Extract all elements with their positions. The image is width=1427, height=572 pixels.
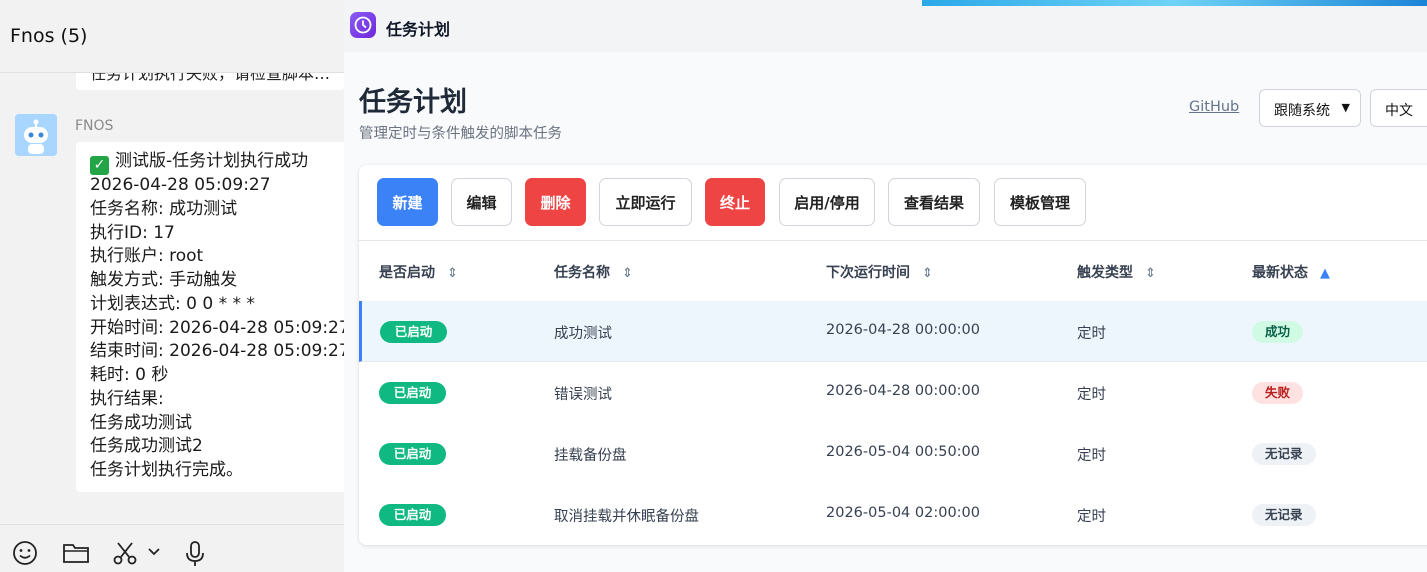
table-row[interactable]: 已启动 错误测试 2026-04-28 00:00:00 定时 失败 <box>359 362 1427 424</box>
task-name: 错误测试 <box>554 387 612 403</box>
window-title: 任务计划 <box>386 20 451 39</box>
status-badge: 无记录 <box>1252 504 1316 526</box>
desktop-wallpaper-strip <box>922 0 1427 6</box>
table-header: 是否启动 ⇕ 任务名称 ⇕ 下次运行时间 ⇕ 触发类型 ⇕ 最新状态 ▲ <box>359 240 1427 302</box>
message-line: 结束时间: 2026-04-28 05:09:27 <box>90 341 344 361</box>
check-icon: ✓ <box>90 156 109 175</box>
chat-header: Fnos (5) <box>0 0 344 73</box>
column-header-name[interactable]: 任务名称 ⇕ <box>554 262 633 282</box>
microphone-icon[interactable] <box>184 540 206 568</box>
message-line: 执行ID: 17 <box>90 223 175 243</box>
enabled-badge[interactable]: 已启动 <box>379 443 446 465</box>
sort-ascending-icon[interactable]: ▲ <box>1320 266 1330 281</box>
theme-select-value: 跟随系统 <box>1274 103 1330 119</box>
bot-avatar[interactable] <box>15 114 57 156</box>
chevron-down-icon[interactable] <box>147 547 161 557</box>
trigger-type: 定时 <box>1077 326 1106 342</box>
message-line: ✓ 测试版-任务计划执行成功 <box>90 150 308 175</box>
edit-button[interactable]: 编辑 <box>451 178 512 226</box>
language-select[interactable]: 中文 <box>1370 89 1427 127</box>
chat-input-toolbar <box>0 524 344 572</box>
message-line: 执行账户: root <box>90 246 204 266</box>
task-name: 取消挂载并休眠备份盘 <box>554 509 699 525</box>
table-row[interactable]: 已启动 取消挂载并休眠备份盘 2026-05-04 02:00:00 定时 无记… <box>359 484 1427 545</box>
message-line: 耗时: 0 秒 <box>90 365 169 385</box>
message-sender: FNOS <box>75 118 114 134</box>
message-line: 任务成功测试2 <box>90 436 203 456</box>
message-line: 2026-04-28 05:09:27 <box>90 175 271 195</box>
next-run-time: 2026-05-04 02:00:00 <box>826 505 980 521</box>
next-run-time: 2026-05-04 00:50:00 <box>826 444 980 460</box>
page-subtitle: 管理定时与条件触发的脚本任务 <box>359 126 562 142</box>
sort-icon[interactable]: ⇕ <box>622 266 633 281</box>
clock-app-icon <box>350 12 376 38</box>
next-run-time: 2026-04-28 00:00:00 <box>826 322 980 338</box>
chevron-down-icon: ▼ <box>1341 101 1350 114</box>
next-run-time: 2026-04-28 00:00:00 <box>826 383 980 399</box>
chat-title: Fnos (5) <box>10 25 88 47</box>
status-badge: 成功 <box>1252 321 1304 343</box>
task-table-card: 新建 编辑 删除 立即运行 终止 启用/停用 查看结果 模板管理 是否启动 ⇕ 任… <box>359 165 1427 545</box>
status-badge: 失败 <box>1252 382 1304 404</box>
template-manager-button[interactable]: 模板管理 <box>994 178 1086 226</box>
page-title: 任务计划 <box>359 87 467 118</box>
message-bubble: ✓ 测试版-任务计划执行成功 2026-04-28 05:09:27 任务名称: … <box>76 142 344 492</box>
column-header-enabled[interactable]: 是否启动 ⇕ <box>379 262 458 282</box>
column-header-status[interactable]: 最新状态 ▲ <box>1252 262 1330 282</box>
enabled-badge[interactable]: 已启动 <box>380 321 447 343</box>
run-now-button[interactable]: 立即运行 <box>599 178 692 226</box>
stop-button[interactable]: 终止 <box>705 178 765 226</box>
table-row[interactable]: 已启动 成功测试 2026-04-28 00:00:00 定时 成功 <box>359 301 1427 362</box>
theme-select[interactable]: 跟随系统 ▼ <box>1259 89 1361 127</box>
message-line: 任务计划执行完成。 <box>90 460 243 480</box>
column-header-next-run[interactable]: 下次运行时间 ⇕ <box>826 262 933 282</box>
view-results-button[interactable]: 查看结果 <box>888 178 980 226</box>
trigger-type: 定时 <box>1077 387 1106 403</box>
message-line: 任务成功测试 <box>90 413 192 433</box>
trigger-type: 定时 <box>1077 448 1106 464</box>
sort-icon[interactable]: ⇕ <box>1145 266 1156 281</box>
sort-icon[interactable]: ⇕ <box>447 266 458 281</box>
status-badge: 无记录 <box>1252 443 1316 465</box>
message-line: 执行结果: <box>90 389 164 409</box>
message-line: 任务名称: 成功测试 <box>90 199 238 219</box>
message-line: 开始时间: 2026-04-28 05:09:27 <box>90 318 344 338</box>
language-select-value: 中文 <box>1385 103 1413 119</box>
enabled-badge[interactable]: 已启动 <box>379 504 446 526</box>
task-name: 成功测试 <box>554 326 612 342</box>
folder-icon[interactable] <box>62 540 90 566</box>
column-header-trigger[interactable]: 触发类型 ⇕ <box>1077 262 1156 282</box>
window-titlebar: 任务计划 <box>344 0 1427 52</box>
chat-panel: 任务计划执行失败，请检查脚本… Fnos (5) FNOS ✓ 测试版-任务计划执… <box>0 0 344 572</box>
emoji-icon[interactable] <box>12 540 38 566</box>
table-row[interactable]: 已启动 挂载备份盘 2026-05-04 00:50:00 定时 无记录 <box>359 423 1427 485</box>
new-task-button[interactable]: 新建 <box>377 178 438 226</box>
delete-button[interactable]: 删除 <box>525 178 586 226</box>
sort-icon[interactable]: ⇕ <box>922 266 933 281</box>
task-scheduler-window: 任务计划 任务计划 管理定时与条件触发的脚本任务 GitHub 跟随系统 ▼ 中… <box>344 0 1427 572</box>
scissors-icon[interactable] <box>112 540 138 566</box>
toggle-enable-button[interactable]: 启用/停用 <box>779 178 875 226</box>
github-link[interactable]: GitHub <box>1189 99 1239 115</box>
trigger-type: 定时 <box>1077 509 1106 525</box>
robot-icon <box>15 114 57 156</box>
message-line: 触发方式: 手动触发 <box>90 270 238 290</box>
message-line: 计划表达式: 0 0 * * * <box>90 294 255 314</box>
enabled-badge[interactable]: 已启动 <box>379 382 446 404</box>
task-name: 挂载备份盘 <box>554 448 627 464</box>
